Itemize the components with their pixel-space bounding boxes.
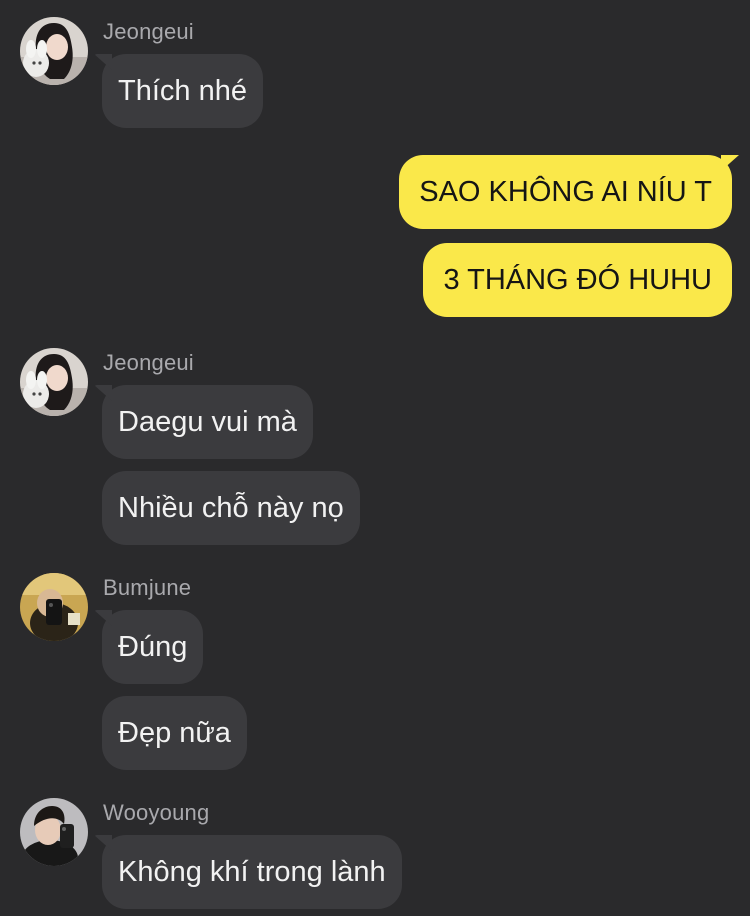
sender-name: Wooyoung [103,800,210,825]
jeongeui-avatar[interactable] [20,17,88,85]
wooyoung-avatar[interactable] [20,798,88,866]
chat-screen: Jeongeui Thích nhé SAO KHÔNG AI NÍU T 3 … [0,0,750,916]
profile-photo-icon [20,798,88,866]
message-bubble[interactable]: Đẹp nữa [102,696,247,770]
message-bubble[interactable]: Nhiều chỗ này nọ [102,471,360,545]
message-bubble[interactable]: Thích nhé [102,54,263,128]
message-bubble[interactable]: Daegu vui mà [102,385,313,459]
profile-photo-icon [20,348,88,416]
jeongeui-avatar[interactable] [20,348,88,416]
sender-name: Jeongeui [103,350,194,375]
profile-photo-icon [20,573,88,641]
outgoing-message-bubble[interactable]: SAO KHÔNG AI NÍU T [399,155,732,229]
sender-name: Bumjune [103,575,192,600]
outgoing-message-bubble[interactable]: 3 THÁNG ĐÓ HUHU [423,243,732,317]
profile-photo-icon [20,17,88,85]
sender-name: Jeongeui [103,19,194,44]
bumjune-avatar[interactable] [20,573,88,641]
message-bubble[interactable]: Không khí trong lành [102,835,402,909]
message-bubble[interactable]: Đúng [102,610,204,684]
